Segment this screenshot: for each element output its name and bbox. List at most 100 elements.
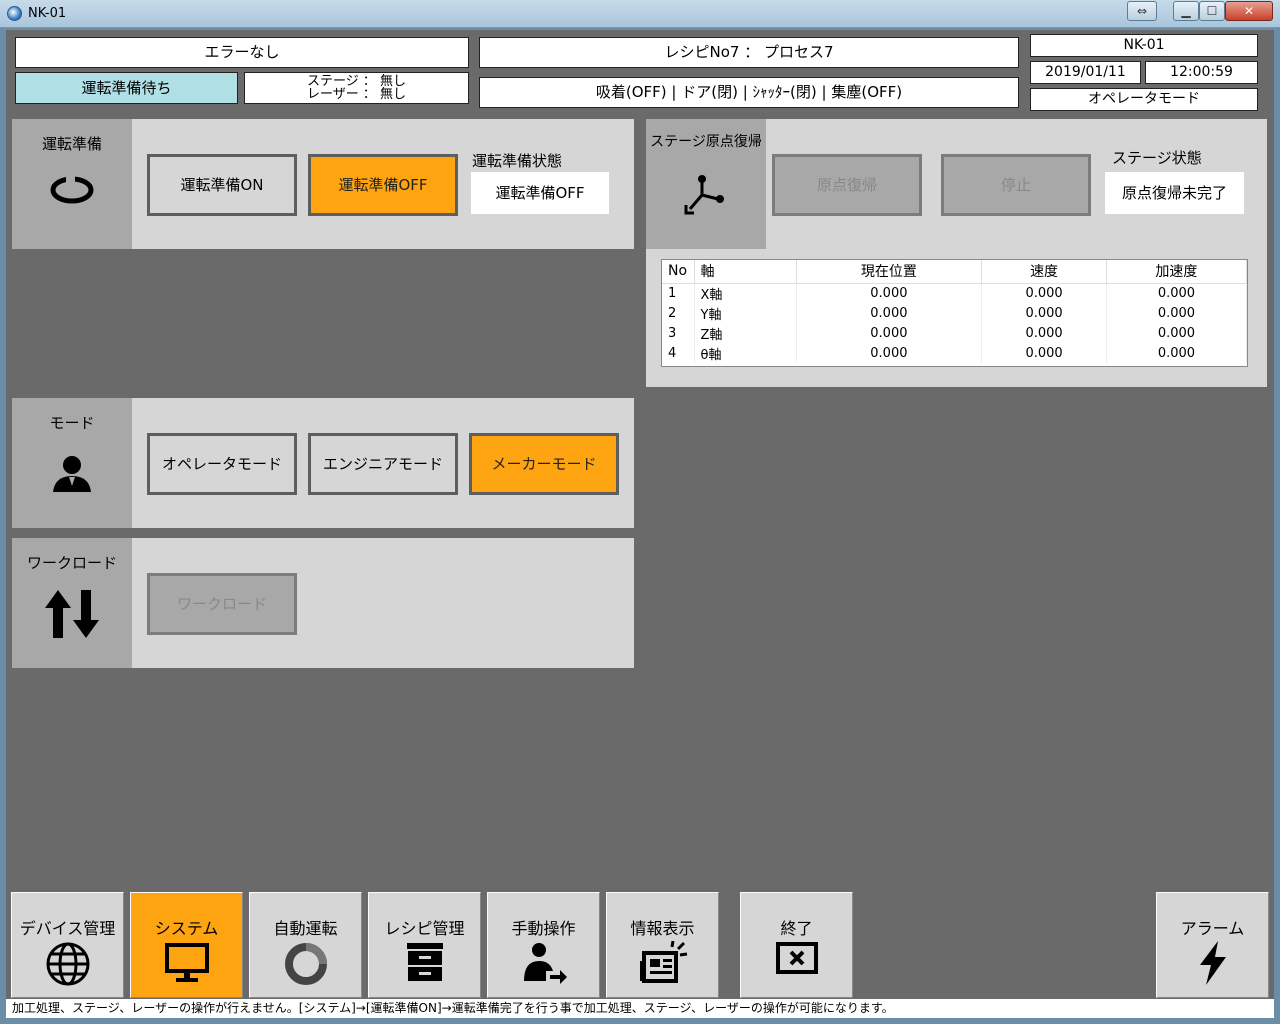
laser-status-line: レーザー ： 無し xyxy=(306,87,406,102)
col-axis[interactable]: 軸 xyxy=(694,260,797,284)
nav-recipe-management[interactable]: レシピ管理 xyxy=(368,892,481,998)
cell-axis: X軸 xyxy=(694,283,797,303)
cell-speed: 0.000 xyxy=(981,323,1107,343)
nav-exit-label: 終了 xyxy=(780,919,813,938)
ready-on-button[interactable]: 運転準備ON xyxy=(147,154,297,216)
mode-panel-side: モード xyxy=(12,398,132,528)
workload-button[interactable]: ワークロード xyxy=(147,573,297,635)
newspaper-icon xyxy=(607,940,718,989)
nav-device-label: デバイス管理 xyxy=(19,919,116,938)
current-date: 2019/01/11 xyxy=(1030,61,1141,84)
table-row[interactable]: 4 θ軸 0.000 0.000 0.000 xyxy=(662,343,1248,363)
cell-position: 0.000 xyxy=(796,303,983,323)
user-icon xyxy=(12,452,132,498)
cell-axis: Y軸 xyxy=(694,303,797,323)
nav-auto-label: 自動運転 xyxy=(273,919,338,938)
person-arrow-icon xyxy=(488,941,599,989)
nav-info-display[interactable]: 情報表示 xyxy=(606,892,719,998)
cell-speed: 0.000 xyxy=(981,343,1107,363)
maker-mode-button[interactable]: メーカーモード xyxy=(469,433,619,495)
up-down-arrows-icon xyxy=(12,590,132,642)
nav-device-management[interactable]: デバイス管理 xyxy=(11,892,124,998)
nav-exit[interactable]: 終了 xyxy=(740,892,853,998)
cell-acceleration: 0.000 xyxy=(1106,303,1248,323)
device-name: NK-01 xyxy=(1030,34,1258,57)
nav-auto-run[interactable]: 自動運転 xyxy=(249,892,362,998)
engineer-mode-button[interactable]: エンジニアモード xyxy=(308,433,458,495)
cell-position: 0.000 xyxy=(796,343,983,363)
col-no[interactable]: No xyxy=(662,260,695,284)
status-header: エラーなし 運転準備待ち ステージ ： 無し レーザー ： 無し レシピNo7 … xyxy=(6,30,1274,114)
ready-panel-title: 運転準備 xyxy=(41,135,102,153)
ready-off-button[interactable]: 運転準備OFF xyxy=(308,154,458,216)
window-titlebar: NK-01 ⇔ ▁ ☐ ✕ xyxy=(0,0,1280,28)
cell-acceleration: 0.000 xyxy=(1106,323,1248,343)
close-box-icon xyxy=(741,941,852,979)
minimize-button[interactable]: ▁ xyxy=(1173,1,1199,21)
nav-recipe-label: レシピ管理 xyxy=(384,919,465,938)
axes-icon xyxy=(646,171,766,221)
cell-speed: 0.000 xyxy=(981,283,1107,303)
ready-panel-side: 運転準備 xyxy=(12,119,132,249)
stage-panel-side: ステージ原点復帰 xyxy=(646,119,766,249)
col-position[interactable]: 現在位置 xyxy=(796,260,983,284)
cell-no: 4 xyxy=(662,343,695,363)
device-io-status: 吸着(OFF) | ドア(閉) | ｼｬｯﾀｰ(閉) | 集塵(OFF) xyxy=(479,77,1019,108)
stage-laser-status: ステージ ： 無し レーザー ： 無し xyxy=(244,72,469,104)
maximize-button[interactable]: ☐ xyxy=(1199,1,1225,21)
stage-state-label: ステージ状態 xyxy=(1112,149,1202,167)
monitor-icon xyxy=(131,941,242,989)
window-title: NK-01 xyxy=(28,6,67,21)
stage-panel-title: ステージ原点復帰 xyxy=(650,134,762,150)
stage-home-panel: ステージ原点復帰 原点復帰 停止 ステージ状態 原点復帰未完了 No 軸 現在位… xyxy=(646,119,1267,387)
home-return-button[interactable]: 原点復帰 xyxy=(772,154,922,216)
cell-position: 0.000 xyxy=(796,323,983,343)
cell-no: 2 xyxy=(662,303,695,323)
mode-panel: モード オペレータモード エンジニアモード メーカーモード xyxy=(12,398,634,528)
error-status: エラーなし xyxy=(15,37,469,68)
col-acceleration[interactable]: 加速度 xyxy=(1106,260,1248,284)
app-client-area: エラーなし 運転準備待ち ステージ ： 無し レーザー ： 無し レシピNo7 … xyxy=(6,30,1274,1018)
table-row[interactable]: 3 Z軸 0.000 0.000 0.000 xyxy=(662,323,1248,343)
nav-info-label: 情報表示 xyxy=(630,919,695,938)
operator-mode-button[interactable]: オペレータモード xyxy=(147,433,297,495)
recipe-status: レシピNo7 ： プロセス7 xyxy=(479,37,1019,68)
table-row[interactable]: 1 X軸 0.000 0.000 0.000 xyxy=(662,283,1248,303)
table-header-row: No 軸 現在位置 速度 加速度 xyxy=(662,260,1248,284)
cell-acceleration: 0.000 xyxy=(1106,283,1248,303)
cell-no: 3 xyxy=(662,323,695,343)
circle-progress-icon xyxy=(250,941,361,991)
col-speed[interactable]: 速度 xyxy=(981,260,1107,284)
current-time: 12:00:59 xyxy=(1145,61,1258,84)
cell-position: 0.000 xyxy=(796,283,983,303)
nav-alarm-label: アラーム xyxy=(1180,919,1245,938)
app-icon xyxy=(7,6,22,21)
ready-state-value: 運転準備OFF xyxy=(471,172,609,214)
nav-system[interactable]: システム xyxy=(130,892,243,998)
nav-manual-operation[interactable]: 手動操作 xyxy=(487,892,600,998)
cell-axis: θ軸 xyxy=(694,343,797,363)
nav-alarm[interactable]: アラーム xyxy=(1156,892,1269,998)
workload-panel: ワークロード ワークロード xyxy=(12,538,634,668)
cell-axis: Z軸 xyxy=(694,323,797,343)
close-button[interactable]: ✕ xyxy=(1225,1,1273,21)
cell-no: 1 xyxy=(662,283,695,303)
ready-panel: 運転準備 運転準備ON 運転準備OFF 運転準備状態 運転準備OFF xyxy=(12,119,634,249)
ready-state-label: 運転準備状態 xyxy=(472,152,563,170)
globe-icon xyxy=(12,941,123,991)
current-mode: オペレータモード xyxy=(1030,88,1258,111)
stage-stop-button[interactable]: 停止 xyxy=(941,154,1091,216)
cell-acceleration: 0.000 xyxy=(1106,343,1248,363)
workload-panel-side: ワークロード xyxy=(12,538,132,668)
cell-speed: 0.000 xyxy=(981,303,1107,323)
workload-panel-title: ワークロード xyxy=(26,554,117,572)
resize-arrows-icon[interactable]: ⇔ xyxy=(1127,1,1157,21)
stage-state-value: 原点復帰未完了 xyxy=(1105,172,1244,214)
ring-icon xyxy=(12,175,132,209)
ready-status: 運転準備待ち xyxy=(15,72,238,104)
status-message-bar: 加工処理、ステージ、レーザーの操作が行えません。[システム]→[運転準備ON]→… xyxy=(6,999,1274,1018)
mode-panel-title: モード xyxy=(49,414,95,432)
table-row[interactable]: 2 Y軸 0.000 0.000 0.000 xyxy=(662,303,1248,323)
axis-table: No 軸 現在位置 速度 加速度 1 X軸 0.000 0.000 0.000 xyxy=(661,259,1248,367)
lightning-icon xyxy=(1157,941,1268,989)
